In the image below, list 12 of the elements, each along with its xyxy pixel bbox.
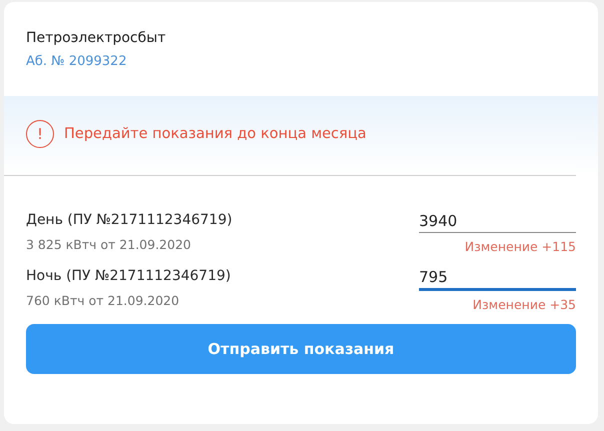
alert-text: Передайте показания до конца месяца bbox=[64, 125, 366, 144]
reading-input[interactable]: 3940 bbox=[419, 212, 576, 233]
provider-name: Петроэлектросбыт bbox=[26, 30, 167, 46]
reading-input[interactable]: 795 bbox=[419, 268, 576, 291]
meter-label: День (ПУ №2171112346719) bbox=[26, 212, 232, 228]
warning-icon: ! bbox=[26, 120, 54, 148]
account-number: Аб. № 2099322 bbox=[26, 54, 128, 69]
previous-reading: 760 кВтч от 21.09.2020 bbox=[26, 293, 180, 308]
previous-reading: 3 825 кВтч от 21.09.2020 bbox=[26, 237, 192, 252]
meter-label: Ночь (ПУ №2171112346719) bbox=[26, 268, 231, 284]
change-text: Изменение +35 bbox=[472, 297, 576, 312]
change-text: Изменение +115 bbox=[464, 239, 576, 254]
